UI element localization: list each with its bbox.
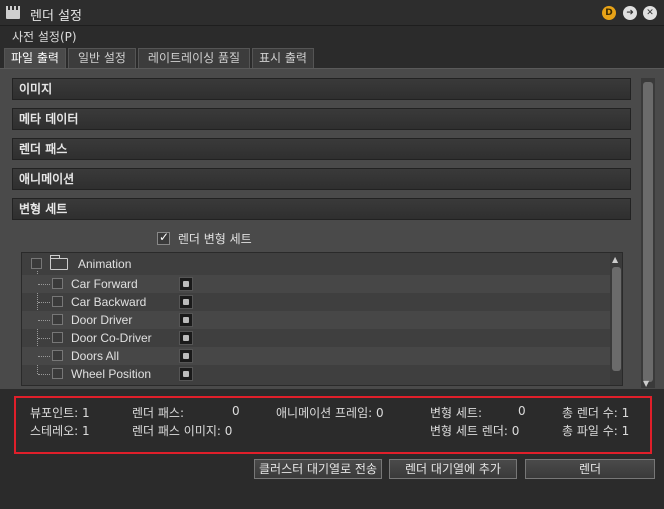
clapperboard-icon — [6, 6, 20, 19]
stat-variant-sets-label: 변형 세트: — [430, 406, 483, 420]
item-label: Door Co-Driver — [71, 331, 152, 345]
item-label: Door Driver — [71, 313, 133, 327]
close-icon[interactable]: ✕ — [643, 6, 657, 20]
item-checkbox[interactable] — [52, 278, 63, 289]
render-button[interactable]: 렌더 — [525, 459, 655, 479]
item-label: Doors All — [71, 349, 120, 363]
stat-variant-sets-value: 0 — [518, 404, 526, 418]
tree-scrollbar-thumb[interactable] — [612, 267, 621, 371]
door-thumbnail-icon — [179, 313, 193, 327]
rollout-variant-sets[interactable]: 변형 세트 — [12, 198, 631, 220]
window-title: 렌더 설정 — [30, 9, 82, 24]
rollout-metadata[interactable]: 메타 데이터 — [12, 108, 631, 130]
stat-render-passes-value: 0 — [232, 404, 240, 418]
item-checkbox[interactable] — [52, 296, 63, 307]
stat-render-passes-label: 렌더 패스: — [132, 406, 185, 420]
stat-total-renders: 총 렌더 수: 1 — [562, 406, 630, 420]
variant-tree[interactable]: Animation Car Forward Car Backward Door … — [21, 252, 623, 386]
tree-branch — [38, 374, 50, 375]
door-thumbnail-icon — [179, 331, 193, 345]
stat-stereo: 스테레오: 1 — [30, 424, 90, 438]
item-label: Car Forward — [71, 277, 138, 291]
tab-display-output[interactable]: 표시 출력 — [252, 48, 314, 68]
tree-branch — [38, 302, 50, 303]
license-badge-icon[interactable]: D — [602, 6, 616, 20]
tab-file-output[interactable]: 파일 출력 — [4, 48, 66, 69]
group-label: Animation — [78, 257, 132, 271]
stat-total-files: 총 파일 수: 1 — [562, 424, 630, 438]
render-variant-sets-label: 렌더 변형 세트 — [177, 232, 252, 246]
rollout-animation[interactable]: 애니메이션 — [12, 168, 631, 190]
rollout-image[interactable]: 이미지 — [12, 78, 631, 100]
tree-item-row[interactable]: Door Driver — [22, 311, 610, 329]
tree-item-row[interactable]: Car Backward — [22, 293, 610, 311]
item-label: Car Backward — [71, 295, 147, 309]
tree-item-row[interactable]: Door Co-Driver — [22, 329, 610, 347]
forward-arrow-icon[interactable]: ➜ — [623, 6, 637, 20]
tree-branch — [38, 356, 50, 357]
panel-scrollbar-thumb[interactable] — [643, 82, 653, 382]
stat-variant-set-renders: 변형 세트 렌더: 0 — [430, 424, 520, 438]
send-to-cluster-queue-button[interactable]: 클러스터 대기열로 전송 — [254, 459, 382, 479]
render-variant-sets-checkbox[interactable] — [157, 230, 170, 245]
item-checkbox[interactable] — [52, 368, 63, 379]
tree-branch — [38, 338, 50, 339]
tree-item-row[interactable]: Car Forward — [22, 275, 610, 293]
item-checkbox[interactable] — [52, 350, 63, 361]
scroll-up-icon[interactable]: ▲ — [612, 255, 618, 264]
tree-item-row[interactable]: Doors All — [22, 347, 610, 365]
tab-raytracing-quality[interactable]: 레이트레이싱 품질 — [138, 48, 250, 68]
tree-item-row[interactable]: Wheel Position — [22, 365, 610, 383]
render-stats-box: 뷰포인트: 1 스테레오: 1 렌더 패스: 0 렌더 패스 이미지: 0 애니… — [14, 396, 652, 454]
item-checkbox[interactable] — [52, 332, 63, 343]
folder-open-icon — [50, 255, 68, 270]
stat-render-pass-images: 렌더 패스 이미지: 0 — [132, 424, 233, 438]
scroll-down-icon[interactable]: ▼ — [643, 379, 649, 388]
rollout-render-passes[interactable]: 렌더 패스 — [12, 138, 631, 160]
tree-branch — [38, 284, 50, 285]
stat-viewports: 뷰포인트: 1 — [30, 406, 90, 420]
title-bar: 렌더 설정 D ➜ ✕ — [0, 0, 664, 26]
tree-branch — [38, 320, 50, 321]
menu-presets[interactable]: 사전 설정(P) — [12, 28, 77, 45]
menu-bar: 사전 설정(P) — [0, 26, 664, 46]
door-thumbnail-icon — [179, 349, 193, 363]
item-label: Wheel Position — [71, 367, 152, 381]
stat-animation-frames: 애니메이션 프레임: 0 — [276, 406, 384, 420]
car-thumbnail-icon — [179, 277, 193, 291]
add-to-render-queue-button[interactable]: 렌더 대기열에 추가 — [389, 459, 517, 479]
car-thumbnail-icon — [179, 295, 193, 309]
tree-group-row[interactable]: Animation — [22, 255, 610, 273]
tree-scrollbar[interactable]: ▲ — [610, 253, 622, 385]
wheel-thumbnail-icon — [179, 367, 193, 381]
render-variant-sets-row[interactable]: 렌더 변형 세트 — [157, 230, 252, 246]
item-checkbox[interactable] — [52, 314, 63, 325]
tab-general-settings[interactable]: 일반 설정 — [68, 48, 136, 68]
group-checkbox[interactable] — [31, 258, 42, 269]
panel-scrollbar[interactable] — [641, 78, 655, 388]
